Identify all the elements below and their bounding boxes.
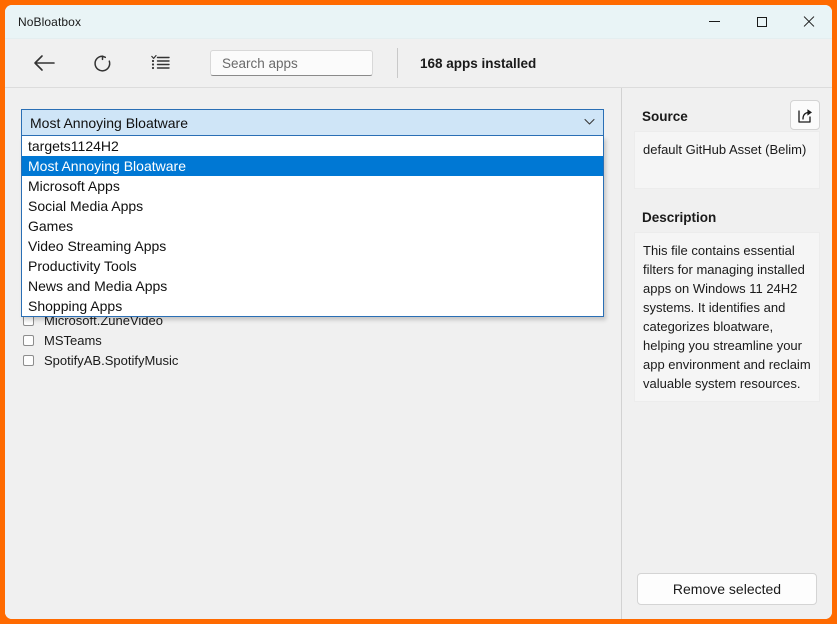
filter-option[interactable]: News and Media Apps: [22, 276, 603, 296]
filter-option-selected[interactable]: Most Annoying Bloatware: [22, 156, 603, 176]
app-name: SpotifyAB.SpotifyMusic: [44, 352, 179, 368]
description-text: This file contains essential filters for…: [643, 243, 811, 391]
description-heading: Description: [642, 210, 717, 225]
title-bar: NoBloatbox: [5, 5, 832, 39]
refresh-button[interactable]: [85, 46, 119, 80]
close-icon: [802, 15, 815, 28]
source-box: default GitHub Asset (Belim): [634, 131, 820, 189]
details-pane: Source default GitHub Asset (Belim) Desc…: [622, 88, 832, 619]
app-row[interactable]: MSTeams: [23, 330, 621, 350]
app-checkbox[interactable]: [23, 354, 34, 366]
share-icon: [797, 108, 812, 123]
minimize-icon: [709, 21, 720, 22]
app-name: MSTeams: [44, 332, 102, 348]
maximize-button[interactable]: [738, 5, 785, 38]
search-box[interactable]: [210, 50, 373, 76]
filter-combobox-head[interactable]: Most Annoying Bloatware: [21, 109, 604, 136]
window-inner: NoBloatbox Search apps 168 apps installe…: [5, 5, 832, 619]
minimize-button[interactable]: [691, 5, 738, 38]
toolbar-divider: [397, 48, 398, 78]
app-row[interactable]: SpotifyAB.SpotifyMusic: [23, 350, 621, 370]
filter-list-button[interactable]: [143, 46, 177, 80]
app-list-pane: Microsoft.Office.OneNote Microsoft.Skype…: [5, 88, 622, 619]
filter-selected-value: Most Annoying Bloatware: [30, 114, 188, 131]
checklist-icon: [150, 54, 170, 69]
toolbar: 168 apps installed: [5, 39, 832, 88]
chevron-down-icon: [584, 117, 595, 128]
refresh-icon: [93, 54, 110, 72]
actions-bar: Remove selected: [622, 573, 832, 605]
back-button[interactable]: [27, 46, 61, 80]
filter-option[interactable]: Video Streaming Apps: [22, 236, 603, 256]
apps-installed-status: 168 apps installed: [420, 55, 537, 71]
description-box: This file contains essential filters for…: [634, 232, 820, 402]
share-source-button[interactable]: [790, 100, 820, 130]
content-area: Microsoft.Office.OneNote Microsoft.Skype…: [5, 88, 832, 619]
filter-option[interactable]: Games: [22, 216, 603, 236]
maximize-icon: [756, 16, 767, 27]
filter-combobox[interactable]: Most Annoying Bloatware targets1124H2 Mo…: [21, 109, 604, 317]
window-frame: NoBloatbox Search apps 168 apps installe…: [0, 0, 837, 624]
caption-button-group: [691, 5, 832, 38]
app-checkbox[interactable]: [23, 334, 34, 346]
window-title: NoBloatbox: [18, 14, 82, 29]
filter-option-list[interactable]: targets1124H2 Most Annoying Bloatware Mi…: [21, 136, 604, 317]
filter-option[interactable]: Shopping Apps: [22, 296, 603, 316]
close-button[interactable]: [785, 5, 832, 38]
filter-option[interactable]: Social Media Apps: [22, 196, 603, 216]
filter-option[interactable]: Productivity Tools: [22, 256, 603, 276]
filter-option[interactable]: Microsoft Apps: [22, 176, 603, 196]
remove-selected-button[interactable]: Remove selected: [637, 573, 817, 605]
filter-option[interactable]: targets1124H2: [22, 136, 603, 156]
source-value: default GitHub Asset (Belim): [643, 142, 807, 157]
back-arrow-icon: [34, 55, 55, 71]
search-input[interactable]: [220, 54, 363, 72]
